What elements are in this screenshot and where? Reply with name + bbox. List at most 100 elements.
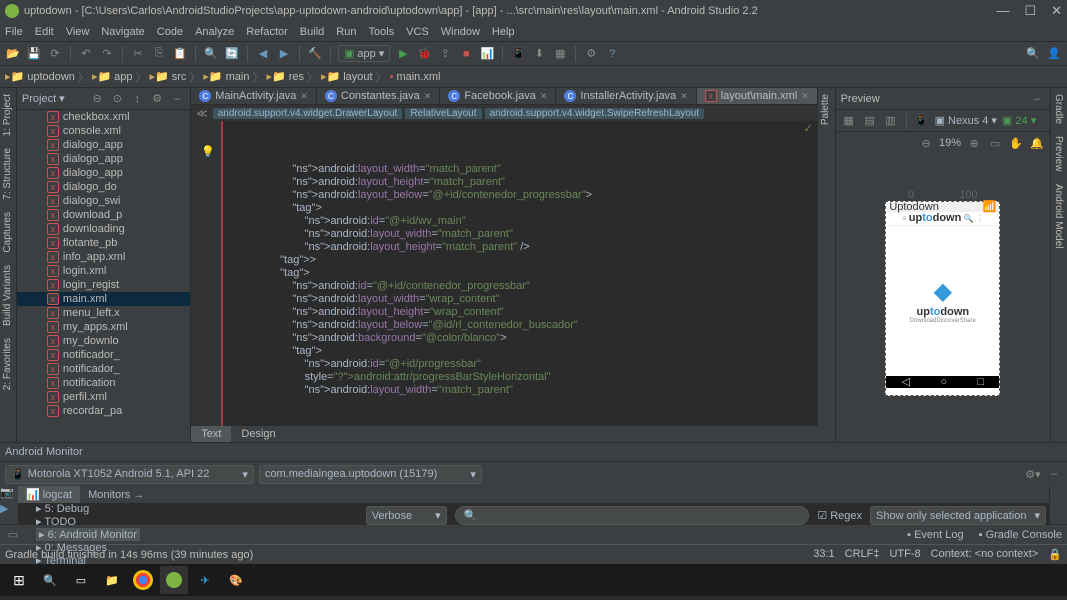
breadcrumb-item[interactable]: ▸📁 layout: [321, 70, 373, 83]
file-tree-item[interactable]: xrecordar_pa: [17, 404, 190, 418]
fit-icon[interactable]: ▭: [987, 135, 1003, 151]
bottom-tab[interactable]: ▪ Event Log: [907, 529, 964, 541]
telegram-icon[interactable]: ✈: [191, 566, 219, 594]
sort-icon[interactable]: ↕: [129, 91, 145, 107]
android-monitor-title[interactable]: Android Monitor: [0, 442, 1067, 462]
file-tree-item[interactable]: xmenu_left.x: [17, 306, 190, 320]
file-tree-item[interactable]: xnotification: [17, 376, 190, 390]
file-tree-item[interactable]: xdownload_p: [17, 208, 190, 222]
file-tree-item[interactable]: xdialogo_app: [17, 152, 190, 166]
copy-icon[interactable]: ⎘: [151, 46, 167, 62]
side-tab-project[interactable]: 1: Project: [0, 88, 15, 142]
code-editor[interactable]: ✓ "ns">android:layout_width="match_paren…: [221, 121, 817, 426]
paint-icon[interactable]: 🎨: [222, 566, 250, 594]
debug-icon[interactable]: 🐞: [416, 46, 432, 62]
file-tree-item[interactable]: xdownloading: [17, 222, 190, 236]
open-icon[interactable]: 📂: [5, 46, 21, 62]
replace-icon[interactable]: 🔄: [224, 46, 240, 62]
menu-code[interactable]: Code: [157, 26, 183, 38]
file-tree-item[interactable]: xdialogo_do: [17, 180, 190, 194]
line-separator[interactable]: CRLF‡: [845, 548, 880, 561]
close-icon[interactable]: ✕: [680, 91, 688, 102]
breadcrumb-item[interactable]: ▸📁 src: [150, 70, 187, 83]
zoom-in-icon[interactable]: ⊕: [966, 135, 982, 151]
help-icon[interactable]: ?: [604, 46, 620, 62]
xml-path-item[interactable]: android.support.v4.widget.SwipeRefreshLa…: [485, 108, 705, 119]
design-tab[interactable]: Design: [231, 426, 285, 442]
file-tree-item[interactable]: xdialogo_app: [17, 166, 190, 180]
menu-edit[interactable]: Edit: [35, 26, 54, 38]
menu-vcs[interactable]: VCS: [406, 26, 429, 38]
menu-file[interactable]: File: [5, 26, 23, 38]
android-studio-taskbar-icon[interactable]: [160, 566, 188, 594]
notifications-icon[interactable]: 🔔: [1029, 135, 1045, 151]
run-icon[interactable]: ▶: [395, 46, 411, 62]
breadcrumb-item[interactable]: ▸📁 main: [203, 70, 249, 83]
file-tree-item[interactable]: xinfo_app.xml: [17, 250, 190, 264]
close-button[interactable]: ✕: [1051, 3, 1062, 19]
explorer-icon[interactable]: 📁: [98, 566, 126, 594]
menu-build[interactable]: Build: [300, 26, 324, 38]
redo-icon[interactable]: ↷: [99, 46, 115, 62]
device-selector[interactable]: ▣ Nexus 4 ▾: [935, 114, 997, 127]
breadcrumb-item[interactable]: ▸📁 res: [266, 70, 304, 83]
toggle-icon[interactable]: ▭: [5, 527, 21, 543]
lock-icon[interactable]: 🔒: [1048, 548, 1062, 561]
undo-icon[interactable]: ↶: [78, 46, 94, 62]
filter-dropdown[interactable]: Show only selected application▾: [870, 506, 1046, 525]
menu-help[interactable]: Help: [492, 26, 515, 38]
xml-path-item[interactable]: RelativeLayout: [405, 108, 481, 119]
menu-window[interactable]: Window: [441, 26, 480, 38]
avd-icon[interactable]: 📱: [510, 46, 526, 62]
regex-checkbox[interactable]: ☑ Regex: [817, 509, 862, 522]
user-icon[interactable]: 👤: [1046, 46, 1062, 62]
scroll-left-icon[interactable]: ≪: [196, 107, 208, 120]
editor-tab[interactable]: xlayout\main.xml✕: [697, 88, 818, 104]
side-tab-captures[interactable]: Captures: [0, 206, 15, 259]
breadcrumb-item[interactable]: ▸📁 uptodown: [5, 70, 75, 83]
search-icon[interactable]: 🔍: [1025, 46, 1041, 62]
minimize-button[interactable]: —: [996, 3, 1009, 19]
file-tree-item[interactable]: xflotante_pb: [17, 236, 190, 250]
editor-tab[interactable]: CFacebook.java✕: [440, 88, 556, 104]
target-icon[interactable]: ⊙: [109, 91, 125, 107]
refresh-icon[interactable]: ⟳: [47, 46, 63, 62]
menu-navigate[interactable]: Navigate: [101, 26, 144, 38]
editor-tab[interactable]: CInstallerActivity.java✕: [556, 88, 696, 104]
hide-icon[interactable]: ‒: [1029, 91, 1045, 107]
editor-tab[interactable]: CMainActivity.java✕: [191, 88, 317, 104]
search-button[interactable]: 🔍: [36, 566, 64, 594]
close-icon[interactable]: ✕: [424, 91, 432, 102]
pan-icon[interactable]: ✋: [1008, 135, 1024, 151]
bottom-tab[interactable]: ▪ Gradle Console: [979, 529, 1062, 541]
camera-icon[interactable]: 📷: [0, 486, 16, 502]
file-tree-item[interactable]: xmy_apps.xml: [17, 320, 190, 334]
file-tree-item[interactable]: xlogin_regist: [17, 278, 190, 292]
profile-icon[interactable]: 📊: [479, 46, 495, 62]
settings-icon[interactable]: ⚙: [583, 46, 599, 62]
save-icon[interactable]: 💾: [26, 46, 42, 62]
bottom-tab[interactable]: ▸ 6: Android Monitor: [36, 528, 140, 541]
menu-tools[interactable]: Tools: [368, 26, 394, 38]
file-tree-item[interactable]: xperfil.xml: [17, 390, 190, 404]
forward-icon[interactable]: ▶: [276, 46, 292, 62]
run-config-dropdown[interactable]: ▣ app ▾: [338, 45, 390, 62]
zoom-out-icon[interactable]: ⊖: [918, 135, 934, 151]
menu-view[interactable]: View: [66, 26, 90, 38]
menu-run[interactable]: Run: [336, 26, 356, 38]
file-tree-item[interactable]: xnotificador_: [17, 348, 190, 362]
orientation-icon[interactable]: 📱: [914, 113, 930, 129]
make-icon[interactable]: 🔨: [307, 46, 323, 62]
side-tab-buildvariants[interactable]: Build Variants: [0, 259, 15, 332]
stop-icon[interactable]: ■: [458, 46, 474, 62]
log-search-input[interactable]: 🔍: [455, 506, 810, 525]
close-icon[interactable]: ✕: [540, 91, 548, 102]
project-view-dropdown[interactable]: Project: [22, 93, 56, 105]
file-tree-item[interactable]: xdialogo_swi: [17, 194, 190, 208]
list-icon[interactable]: ▥: [883, 113, 899, 129]
cut-icon[interactable]: ✂: [130, 46, 146, 62]
side-tab-favorites[interactable]: 2: Favorites: [0, 332, 15, 396]
breadcrumb-item[interactable]: ▸📁 app: [92, 70, 133, 83]
text-tab[interactable]: Text: [191, 426, 231, 442]
attach-icon[interactable]: ⇪: [437, 46, 453, 62]
